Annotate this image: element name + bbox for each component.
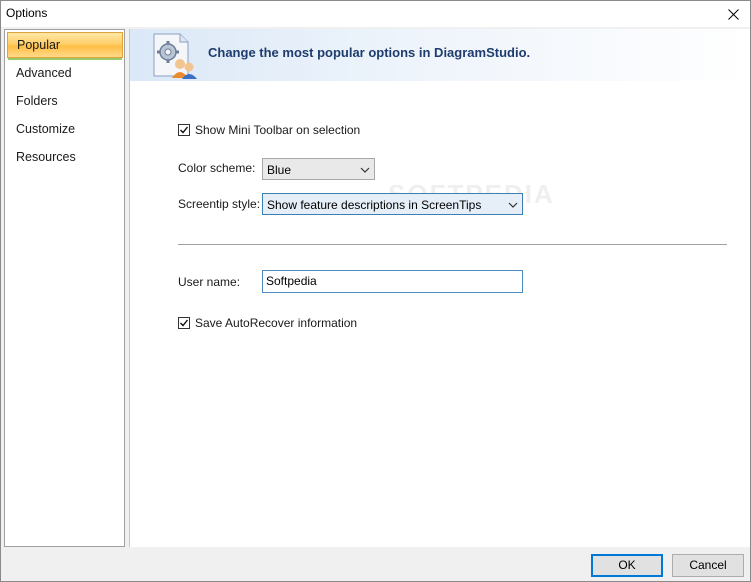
close-icon xyxy=(727,8,739,20)
sidebar-item-customize[interactable]: Customize xyxy=(7,116,123,142)
panel-title: Change the most popular options in Diagr… xyxy=(208,45,531,60)
mini-toolbar-label: Show Mini Toolbar on selection xyxy=(195,123,361,137)
chevron-down-icon xyxy=(360,167,370,173)
color-scheme-select[interactable]: Blue xyxy=(262,158,375,180)
section-divider xyxy=(178,244,727,245)
title-bar: Options xyxy=(1,1,750,27)
options-panel: Change the most popular options in Diagr… xyxy=(129,29,750,547)
mini-toolbar-checkbox[interactable] xyxy=(178,124,190,136)
check-icon xyxy=(180,319,189,327)
category-sidebar: Popular Advanced Folders Customize Resou… xyxy=(4,29,125,547)
autorecover-label: Save AutoRecover information xyxy=(195,316,358,330)
window-title: Options xyxy=(6,6,48,20)
user-name-input[interactable]: Softpedia xyxy=(262,270,523,293)
sidebar-item-popular[interactable]: Popular xyxy=(7,32,123,60)
panel-header: Change the most popular options in Diagr… xyxy=(130,29,750,81)
cancel-button[interactable]: Cancel xyxy=(672,554,744,577)
user-name-label: User name: xyxy=(178,275,241,289)
screentip-style-label: Screentip style: xyxy=(178,197,261,211)
ok-button[interactable]: OK xyxy=(591,554,663,577)
chevron-down-icon xyxy=(508,202,518,208)
check-icon xyxy=(180,126,189,134)
sidebar-item-advanced[interactable]: Advanced xyxy=(7,60,123,86)
settings-users-icon xyxy=(153,33,197,79)
close-button[interactable] xyxy=(716,1,750,27)
autorecover-checkbox[interactable] xyxy=(178,317,190,329)
color-scheme-label: Color scheme: xyxy=(178,161,256,175)
options-window: Options Popular Advanced Folders Customi… xyxy=(0,0,751,582)
color-scheme-value: Blue xyxy=(267,163,292,177)
sidebar-item-resources[interactable]: Resources xyxy=(7,144,123,170)
autorecover-option: Save AutoRecover information xyxy=(178,316,357,330)
mini-toolbar-option: Show Mini Toolbar on selection xyxy=(178,123,360,137)
screentip-style-select[interactable]: Show feature descriptions in ScreenTips xyxy=(262,193,523,215)
sidebar-item-folders[interactable]: Folders xyxy=(7,88,123,114)
screentip-style-value: Show feature descriptions in ScreenTips xyxy=(267,198,482,212)
